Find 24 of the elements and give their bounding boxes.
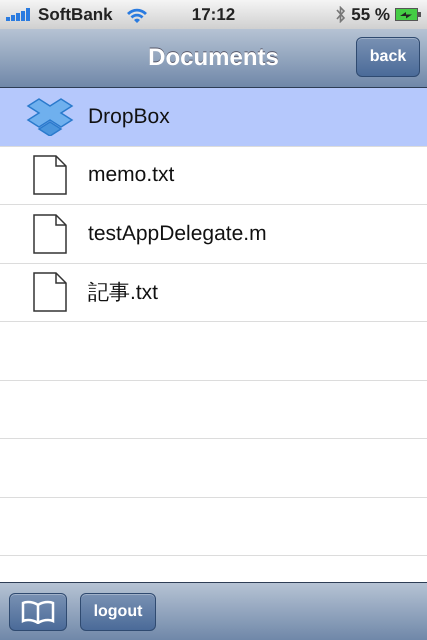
file-name: 記事.txt bbox=[88, 280, 158, 306]
file-row[interactable]: 記事.txt bbox=[0, 264, 427, 322]
file-row[interactable]: testAppDelegate.m bbox=[0, 205, 427, 264]
file-name: memo.txt bbox=[88, 163, 174, 188]
back-button[interactable]: back bbox=[356, 37, 420, 77]
wifi-icon bbox=[126, 6, 148, 22]
logout-button[interactable]: logout bbox=[80, 592, 156, 630]
bluetooth-icon bbox=[336, 6, 346, 23]
battery-charging-icon bbox=[395, 8, 422, 21]
screen-title: Documents bbox=[148, 44, 279, 72]
file-name: DropBox bbox=[88, 104, 170, 129]
open-box-icon bbox=[26, 98, 74, 136]
document-icon bbox=[31, 214, 69, 254]
battery-percentage: 55 % bbox=[351, 4, 390, 24]
file-row[interactable]: memo.txt bbox=[0, 146, 427, 205]
file-row[interactable]: DropBox bbox=[0, 88, 427, 146]
file-name: testAppDelegate.m bbox=[88, 222, 267, 246]
document-icon bbox=[31, 155, 69, 196]
bookmarks-button[interactable] bbox=[9, 592, 67, 630]
carrier-name: SoftBank bbox=[38, 4, 113, 24]
clock-time: 17:12 bbox=[192, 4, 236, 24]
signal-icon bbox=[6, 8, 33, 21]
open-book-icon bbox=[21, 600, 55, 624]
document-icon bbox=[31, 272, 69, 312]
